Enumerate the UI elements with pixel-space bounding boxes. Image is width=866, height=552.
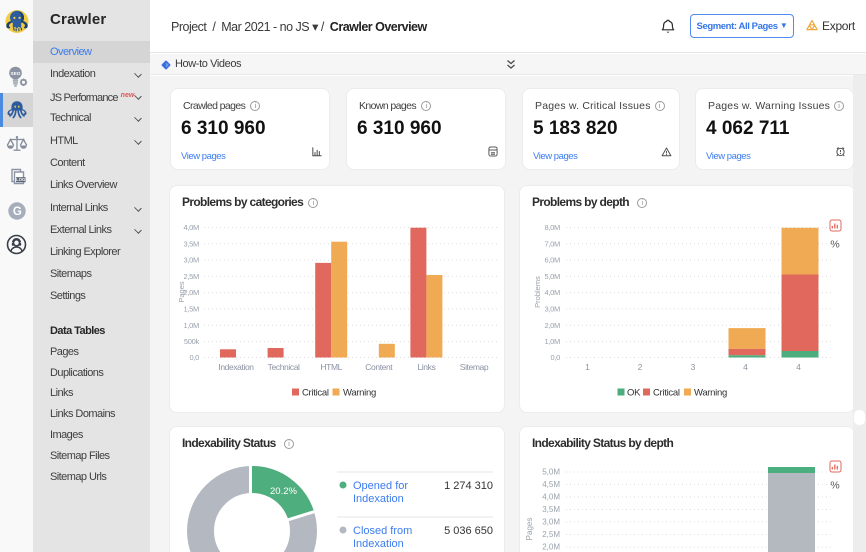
svg-text:4,0M: 4,0M (545, 288, 561, 297)
svg-text:1,0M: 1,0M (545, 337, 561, 346)
svg-text:4: 4 (743, 362, 748, 372)
svg-text:4,0M: 4,0M (542, 493, 560, 502)
svg-text:2,5M: 2,5M (184, 272, 200, 281)
svg-text:Sitemap: Sitemap (460, 362, 489, 372)
svg-text:Indexation: Indexation (353, 538, 404, 550)
svg-text:3,5M: 3,5M (542, 505, 560, 514)
svg-text:Technical: Technical (268, 362, 300, 372)
svg-text:20.2%: 20.2% (270, 486, 297, 497)
svg-text:Problems: Problems (533, 276, 542, 308)
svg-text:SEO: SEO (10, 71, 20, 76)
svg-text:Content: Content (365, 362, 393, 372)
svg-text:Opened for: Opened for (353, 480, 408, 492)
svg-text:Closed from: Closed from (353, 525, 412, 537)
svg-text:LOG: LOG (16, 177, 25, 182)
svg-text:0,0: 0,0 (189, 353, 199, 362)
svg-text:Warning: Warning (343, 388, 376, 399)
svg-text:1: 1 (585, 362, 590, 372)
svg-text:3,5M: 3,5M (184, 239, 200, 248)
svg-text:G: G (12, 206, 21, 218)
svg-text:%: % (830, 239, 839, 251)
svg-text:2,0M: 2,0M (545, 321, 561, 330)
svg-text:7,0M: 7,0M (545, 239, 561, 248)
svg-text:5,0M: 5,0M (542, 468, 560, 477)
svg-text:Indexation: Indexation (353, 493, 404, 505)
svg-text:Indexation: Indexation (218, 362, 254, 372)
svg-text:3,0M: 3,0M (184, 256, 200, 265)
svg-text:OK: OK (627, 388, 641, 399)
svg-text:6,0M: 6,0M (545, 256, 561, 265)
svg-text:1,5M: 1,5M (184, 305, 200, 314)
svg-text:Warning: Warning (694, 388, 727, 399)
svg-text:500k: 500k (184, 337, 200, 346)
svg-text:HTML: HTML (320, 362, 342, 372)
svg-text:Pages: Pages (177, 281, 186, 303)
svg-text:Links: Links (417, 362, 435, 372)
svg-text:1,0M: 1,0M (184, 321, 200, 330)
svg-text:3,0M: 3,0M (542, 518, 560, 527)
svg-text:8,0M: 8,0M (545, 223, 561, 232)
svg-text:1 274 310: 1 274 310 (444, 480, 493, 492)
svg-text:3: 3 (691, 362, 696, 372)
svg-text:4: 4 (796, 362, 801, 372)
svg-text:5 036 650: 5 036 650 (444, 525, 493, 537)
svg-text:5,0M: 5,0M (545, 272, 561, 281)
svg-text:2: 2 (638, 362, 643, 372)
svg-text:2,5M: 2,5M (542, 530, 560, 539)
svg-text:4,0M: 4,0M (184, 223, 200, 232)
svg-text:3,0M: 3,0M (545, 305, 561, 314)
svg-text:Critical: Critical (653, 388, 680, 399)
svg-text:0,0: 0,0 (550, 353, 560, 362)
svg-text:4,5M: 4,5M (542, 480, 560, 489)
svg-text:%: % (830, 480, 839, 492)
svg-text:Critical: Critical (302, 388, 329, 399)
svg-text:Pages: Pages (525, 518, 534, 541)
svg-text:2,0M: 2,0M (542, 543, 560, 552)
